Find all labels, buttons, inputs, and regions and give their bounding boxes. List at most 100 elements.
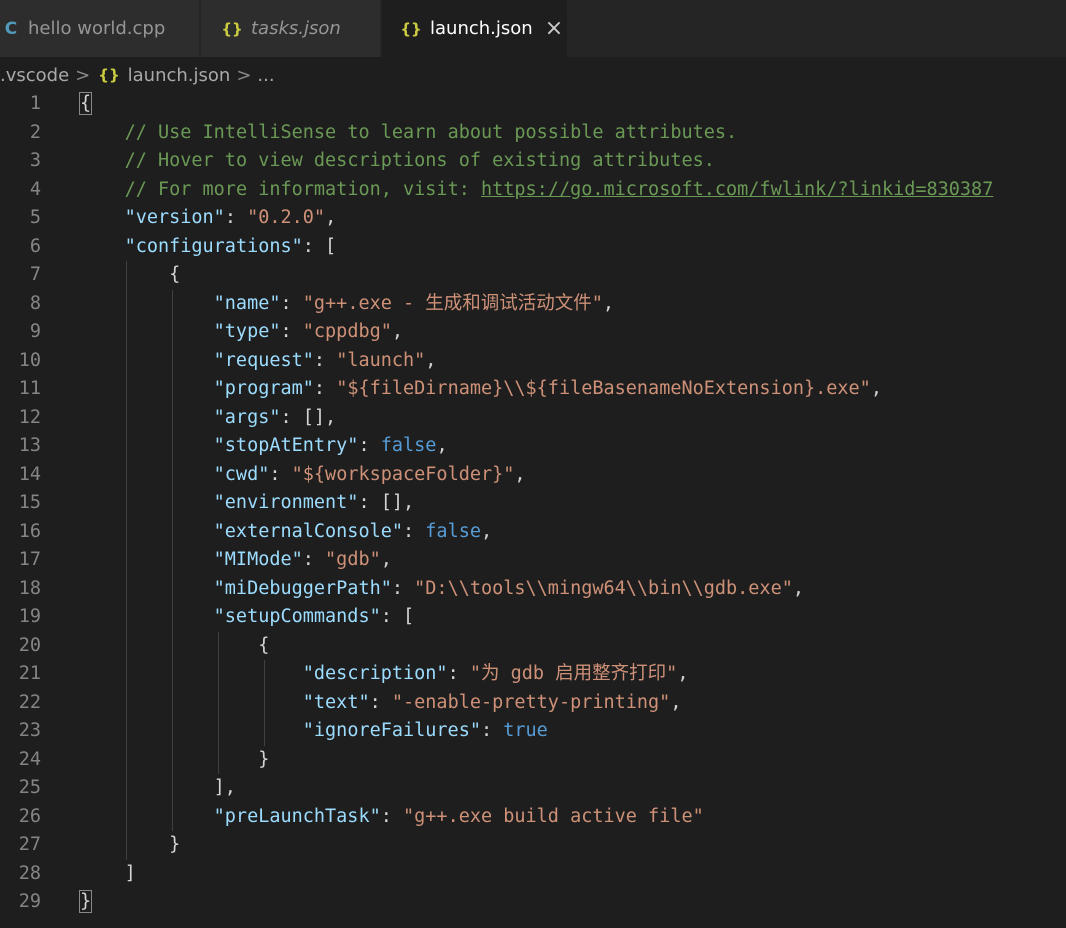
comment: // Hover to view descriptions of existin… bbox=[124, 150, 715, 171]
line-number: 3 bbox=[29, 150, 41, 171]
line-number: 21 bbox=[18, 663, 41, 684]
tab-label: hello world.cpp bbox=[28, 18, 166, 39]
chevron-right-icon: > bbox=[236, 64, 252, 86]
code-line: 5 "version": "0.2.0", bbox=[0, 204, 1066, 233]
comment: // For more information, visit: bbox=[124, 178, 481, 200]
code-line: 3 // Hover to view descriptions of exist… bbox=[0, 147, 1066, 176]
code-line: 2 // Use IntelliSense to learn about pos… bbox=[0, 119, 1066, 148]
json-string: "cppdbg" bbox=[302, 321, 392, 342]
line-number: 17 bbox=[18, 549, 41, 570]
line-number: 13 bbox=[18, 435, 41, 456]
code-line: 10 "request": "launch", bbox=[0, 346, 1066, 375]
code-line: 18 "miDebuggerPath": "D:\\tools\\mingw64… bbox=[0, 574, 1066, 603]
json-key: "stopAtEntry" bbox=[213, 435, 359, 456]
breadcrumb: .vscode > {} launch.json > ... bbox=[0, 57, 1066, 93]
line-number: 5 bbox=[29, 207, 41, 228]
json-string: "gdb" bbox=[325, 549, 381, 570]
line-number: 14 bbox=[18, 463, 41, 485]
tab-launch-json[interactable]: {} launch.json × bbox=[382, 0, 568, 57]
line-number: 22 bbox=[18, 691, 41, 713]
breadcrumb-file[interactable]: launch.json bbox=[128, 65, 231, 86]
json-string: "${fileDirname}\\${fileBasenameNoExtensi… bbox=[336, 378, 871, 399]
json-key: "description" bbox=[302, 663, 448, 684]
code-line: 6 "configurations": [ bbox=[0, 233, 1066, 262]
code-line: 24 } bbox=[0, 745, 1066, 774]
code-line: 23 "ignoreFailures": true bbox=[0, 717, 1066, 746]
line-number: 10 bbox=[18, 349, 41, 371]
line-number: 23 bbox=[18, 720, 41, 741]
json-key: "text" bbox=[302, 691, 370, 713]
json-key: "version" bbox=[124, 207, 225, 228]
tab-label: tasks.json bbox=[251, 18, 341, 39]
code-line: 25 ], bbox=[0, 774, 1066, 803]
code-line: 1{ bbox=[0, 90, 1066, 119]
json-key: "MIMode" bbox=[213, 549, 303, 570]
line-number: 1 bbox=[29, 93, 41, 114]
breadcrumb-symbol[interactable]: ... bbox=[257, 65, 274, 86]
line-number: 26 bbox=[18, 805, 41, 827]
close-icon[interactable]: × bbox=[545, 17, 563, 40]
line-number: 7 bbox=[29, 264, 41, 285]
code-line: 9 "type": "cppdbg", bbox=[0, 318, 1066, 347]
json-boolean: true bbox=[503, 720, 548, 741]
line-number: 8 bbox=[29, 292, 41, 314]
chevron-right-icon: > bbox=[75, 64, 91, 86]
line-number: 20 bbox=[18, 634, 41, 656]
tab-hello-world-cpp[interactable]: C hello world.cpp bbox=[0, 0, 200, 57]
json-key: "preLaunchTask" bbox=[213, 805, 381, 827]
code-line: 19 "setupCommands": [ bbox=[0, 603, 1066, 632]
code-line: 16 "externalConsole": false, bbox=[0, 517, 1066, 546]
tab-label: launch.json bbox=[430, 18, 533, 39]
line-number: 11 bbox=[18, 378, 41, 399]
line-number: 27 bbox=[18, 834, 41, 855]
code-line: 17 "MIMode": "gdb", bbox=[0, 546, 1066, 575]
comment-link[interactable]: https://go.microsoft.com/fwlink/?linkid=… bbox=[481, 179, 993, 200]
breadcrumb-folder[interactable]: .vscode bbox=[0, 65, 69, 86]
json-key: "externalConsole" bbox=[213, 520, 404, 542]
json-key: "miDebuggerPath" bbox=[213, 577, 392, 599]
json-string: "launch" bbox=[336, 349, 426, 371]
code-line: 13 "stopAtEntry": false, bbox=[0, 432, 1066, 461]
json-string: "g++.exe - 生成和调试活动文件" bbox=[302, 292, 603, 314]
code-editor[interactable]: 1{ 2 // Use IntelliSense to learn about … bbox=[0, 90, 1066, 928]
json-key: "type" bbox=[213, 321, 281, 342]
json-key: "name" bbox=[213, 292, 281, 314]
line-number: 4 bbox=[29, 178, 41, 200]
json-string: "g++.exe build active file" bbox=[403, 805, 704, 827]
code-line: 22 "text": "-enable-pretty-printing", bbox=[0, 688, 1066, 717]
line-number: 16 bbox=[18, 520, 41, 542]
json-string: "${workspaceFolder}" bbox=[291, 463, 515, 485]
code-line: 27 } bbox=[0, 831, 1066, 860]
json-key: "args" bbox=[213, 406, 281, 428]
json-boolean: false bbox=[425, 520, 481, 542]
line-number: 19 bbox=[18, 606, 41, 627]
code-line: 21 "description": "为 gdb 启用整齐打印", bbox=[0, 660, 1066, 689]
json-string: "为 gdb 启用整齐打印" bbox=[469, 663, 678, 684]
code-line: 15 "environment": [], bbox=[0, 489, 1066, 518]
code-line: 29} bbox=[0, 888, 1066, 917]
line-number: 6 bbox=[29, 235, 41, 257]
json-key: "setupCommands" bbox=[213, 606, 381, 627]
json-string: "D:\\tools\\mingw64\\bin\\gdb.exe" bbox=[414, 577, 793, 599]
code-line: 14 "cwd": "${workspaceFolder}", bbox=[0, 460, 1066, 489]
code-line: 8 "name": "g++.exe - 生成和调试活动文件", bbox=[0, 289, 1066, 318]
line-number: 29 bbox=[18, 891, 41, 912]
code-line: 26 "preLaunchTask": "g++.exe build activ… bbox=[0, 802, 1066, 831]
json-boolean: false bbox=[380, 435, 437, 456]
code-line: 11 "program": "${fileDirname}\\${fileBas… bbox=[0, 375, 1066, 404]
json-string: "0.2.0" bbox=[247, 207, 326, 228]
json-key: "program" bbox=[213, 378, 314, 399]
tab-tasks-json[interactable]: {} tasks.json bbox=[201, 0, 381, 57]
code-line: 4 // For more information, visit: https:… bbox=[0, 176, 1066, 205]
code-line: 20 { bbox=[0, 631, 1066, 660]
json-file-icon: {} bbox=[400, 19, 422, 38]
tab-bar: C hello world.cpp {} tasks.json {} launc… bbox=[0, 0, 1066, 57]
json-string: "-enable-pretty-printing" bbox=[391, 691, 671, 713]
json-file-icon: {} bbox=[221, 19, 243, 38]
comment: // Use IntelliSense to learn about possi… bbox=[124, 121, 738, 143]
json-key: "environment" bbox=[213, 492, 359, 513]
code-line: 12 "args": [], bbox=[0, 403, 1066, 432]
line-number: 25 bbox=[18, 777, 41, 798]
code-line: 28 ] bbox=[0, 860, 1066, 889]
code-line: 7 { bbox=[0, 261, 1066, 290]
